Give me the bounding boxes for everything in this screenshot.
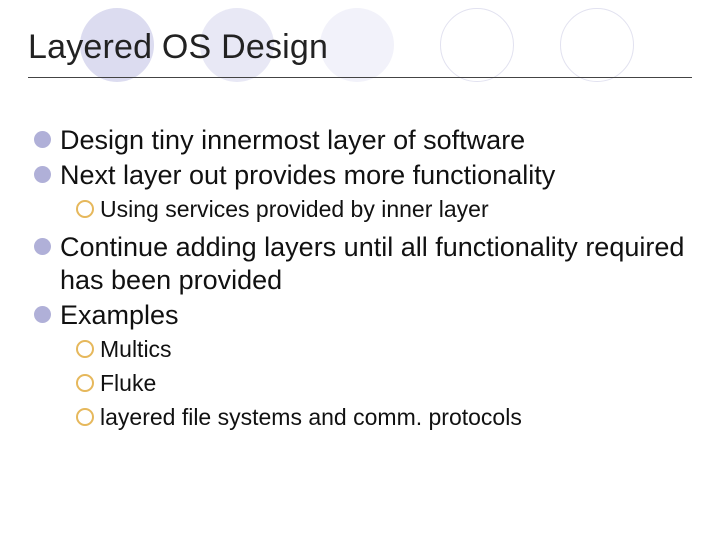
bullet-level2: layered file systems and comm. protocols [76, 403, 692, 431]
bullet-level1: Continue adding layers until all functio… [32, 231, 692, 297]
slide: Layered OS Design Design tiny innermost … [0, 0, 720, 431]
slide-body: Design tiny innermost layer of software … [28, 124, 692, 431]
slide-title: Layered OS Design [28, 28, 692, 78]
bullet-level1: Next layer out provides more functionali… [32, 159, 692, 192]
bullet-level1: Design tiny innermost layer of software [32, 124, 692, 157]
bullet-level1: Examples [32, 299, 692, 332]
bullet-level2: Multics [76, 335, 692, 363]
bullet-level2: Using services provided by inner layer [76, 195, 692, 223]
bullet-level2: Fluke [76, 369, 692, 397]
